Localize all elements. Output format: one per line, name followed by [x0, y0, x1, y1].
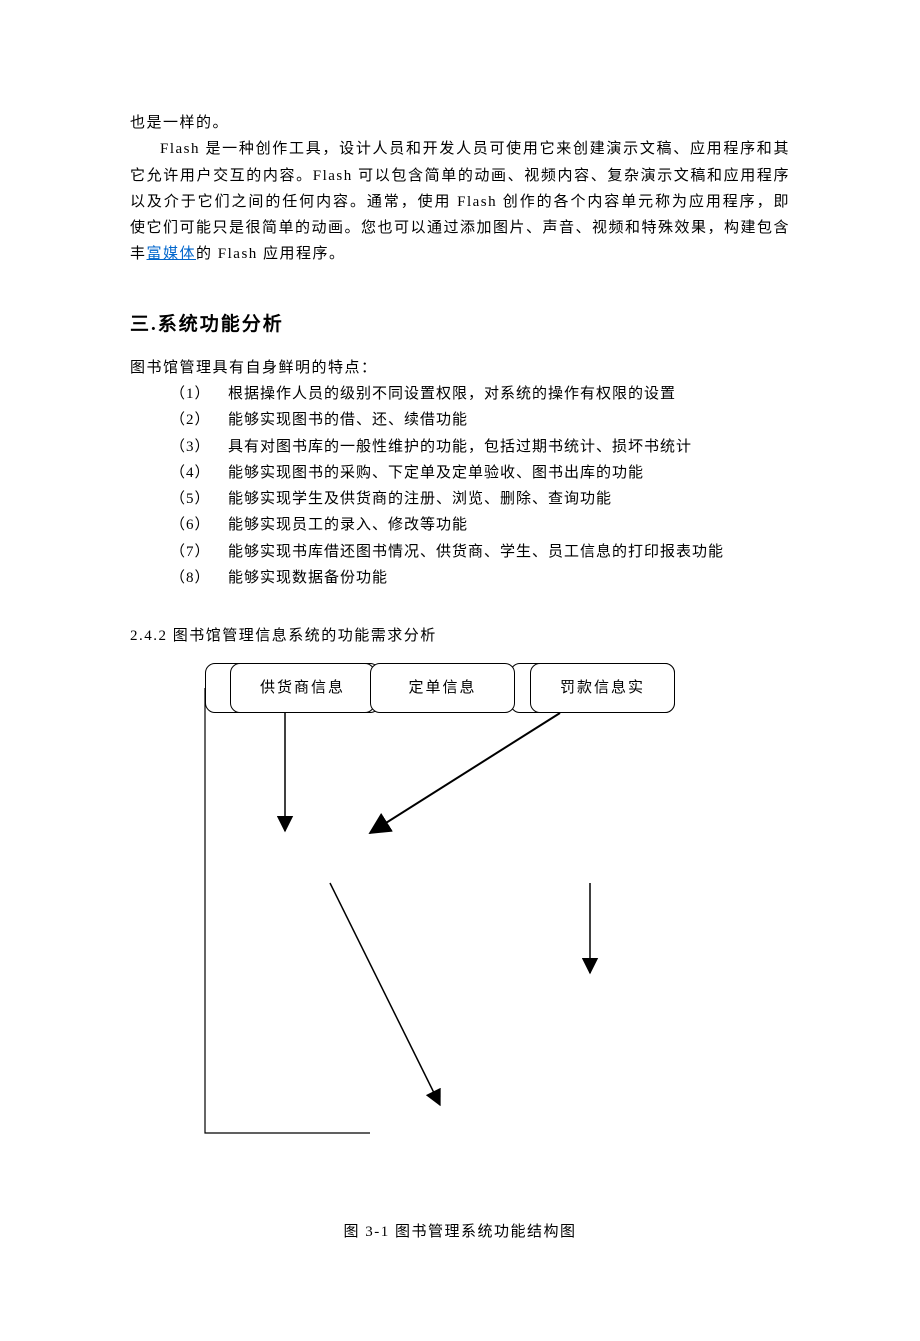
list-item-num: （7）	[170, 539, 228, 565]
list-item-num: （8）	[170, 565, 228, 591]
rich-media-link[interactable]: 富媒体	[147, 246, 197, 262]
list-item-num: （1）	[170, 381, 228, 407]
paragraph-flash: Flash 是一种创作工具，设计人员和开发人员可使用它来创建演示文稿、应用程序和…	[130, 136, 790, 267]
list-item-num: （6）	[170, 512, 228, 538]
paragraph-flash-part-a: Flash 是一种创作工具，设计人员和开发人员可使用它来创建演示文稿、应用程序和…	[130, 141, 790, 262]
list-item: （8）能够实现数据备份功能	[170, 565, 790, 591]
list-item-num: （3）	[170, 434, 228, 460]
function-structure-diagram: 图书信息 学生信息 借阅信息实 过期书信息实 供货商信息 罚款信息实 定单信息	[130, 663, 790, 1183]
list-item-text: 能够实现书库借还图书情况、供货商、学生、员工信息的打印报表功能	[228, 544, 724, 560]
section-heading: 三.系统功能分析	[130, 308, 790, 341]
paragraph-continuation: 也是一样的。	[130, 110, 790, 136]
features-list: （1）根据操作人员的级别不同设置权限，对系统的操作有权限的设置 （2）能够实现图…	[170, 381, 790, 591]
diagram-edges	[130, 663, 790, 1183]
list-item-num: （5）	[170, 486, 228, 512]
list-item: （7）能够实现书库借还图书情况、供货商、学生、员工信息的打印报表功能	[170, 539, 790, 565]
list-item: （1）根据操作人员的级别不同设置权限，对系统的操作有权限的设置	[170, 381, 790, 407]
list-item-text: 具有对图书库的一般性维护的功能，包括过期书统计、损坏书统计	[228, 439, 692, 455]
node-order-info: 定单信息	[370, 663, 515, 713]
list-item: （2）能够实现图书的借、还、续借功能	[170, 407, 790, 433]
list-item: （3）具有对图书库的一般性维护的功能，包括过期书统计、损坏书统计	[170, 434, 790, 460]
list-item-text: 能够实现员工的录入、修改等功能	[228, 517, 468, 533]
list-item: （5）能够实现学生及供货商的注册、浏览、删除、查询功能	[170, 486, 790, 512]
list-item: （6）能够实现员工的录入、修改等功能	[170, 512, 790, 538]
list-item: （4）能够实现图书的采购、下定单及定单验收、图书出库的功能	[170, 460, 790, 486]
list-item-text: 能够实现图书的采购、下定单及定单验收、图书出库的功能	[228, 465, 644, 481]
list-item-text: 能够实现数据备份功能	[228, 570, 388, 586]
features-intro: 图书馆管理具有自身鲜明的特点：	[130, 355, 790, 381]
list-item-text: 根据操作人员的级别不同设置权限，对系统的操作有权限的设置	[228, 386, 676, 402]
figure-caption: 图 3-1 图书管理系统功能结构图	[130, 1219, 790, 1245]
paragraph-flash-part-b: 的 Flash 应用程序。	[196, 246, 346, 262]
list-item-text: 能够实现图书的借、还、续借功能	[228, 412, 468, 428]
node-fine-info: 罚款信息实	[530, 663, 675, 713]
node-supplier-info: 供货商信息	[230, 663, 375, 713]
list-item-num: （2）	[170, 407, 228, 433]
list-item-text: 能够实现学生及供货商的注册、浏览、删除、查询功能	[228, 491, 612, 507]
list-item-num: （4）	[170, 460, 228, 486]
subsection-heading: 2.4.2 图书馆管理信息系统的功能需求分析	[130, 623, 790, 649]
